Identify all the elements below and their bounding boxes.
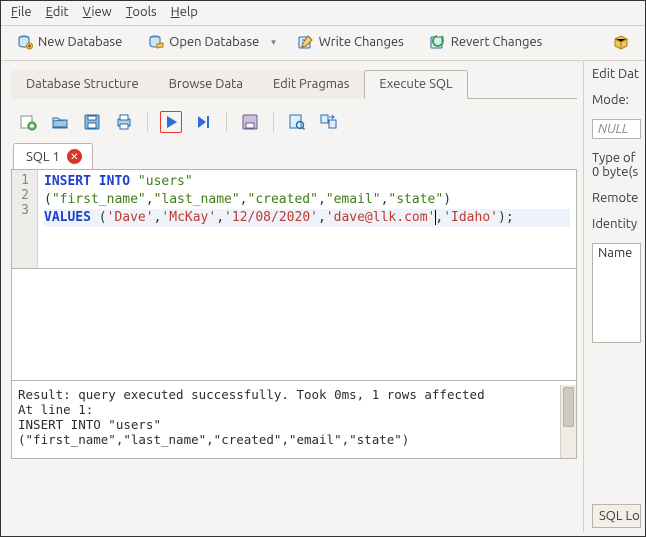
results-grid-empty — [11, 269, 577, 381]
execute-current-line-button[interactable] — [192, 111, 214, 133]
save-icon — [83, 113, 101, 131]
new-database-button[interactable]: New Database — [13, 32, 126, 52]
code-punct: ); — [498, 210, 514, 225]
identity-list[interactable]: Name — [592, 243, 641, 343]
mode-label: Mode: — [592, 93, 641, 107]
new-sql-tab-button[interactable] — [17, 111, 39, 133]
size-line: 0 byte(s — [592, 165, 641, 179]
editor-gutter: 1 2 3 — [12, 170, 38, 268]
find-replace-button[interactable] — [318, 111, 340, 133]
sql-tab-1[interactable]: SQL 1 ✕ — [13, 143, 93, 169]
lineno: 3 — [18, 203, 29, 218]
save-sql-button[interactable] — [81, 111, 103, 133]
revert-changes-button[interactable]: Revert Changes — [426, 32, 547, 52]
print-sql-button[interactable] — [113, 111, 135, 133]
close-tab-icon[interactable]: ✕ — [67, 149, 82, 164]
tab-browse-data[interactable]: Browse Data — [154, 70, 258, 99]
code-keyword: INSERT INTO — [44, 174, 138, 189]
tab-database-structure[interactable]: Database Structure — [11, 70, 154, 99]
toolbar-separator — [226, 112, 227, 132]
open-database-dropdown-icon[interactable]: ▾ — [271, 37, 276, 48]
result-scrollbar[interactable] — [560, 385, 576, 458]
play-to-end-icon — [195, 114, 211, 130]
find-button[interactable] — [286, 111, 308, 133]
mode-value-box[interactable]: NULL — [592, 119, 641, 139]
code-identifier: "first_name" — [52, 192, 146, 207]
menu-file[interactable]: File — [11, 5, 32, 19]
sql-editor[interactable]: 1 2 3 INSERT INTO "users" ("first_name",… — [11, 169, 577, 269]
find-icon — [288, 113, 306, 131]
code-punct: ( — [44, 192, 52, 207]
lineno: 1 — [18, 173, 29, 188]
write-changes-icon — [298, 34, 314, 50]
toolbar-top: New Database Open Database ▾ Write Chang… — [1, 26, 645, 61]
code-identifier: "users" — [138, 174, 193, 189]
tab-execute-sql[interactable]: Execute SQL — [364, 70, 467, 99]
new-database-label: New Database — [38, 35, 122, 49]
side-panel: Edit Dat Mode: NULL Type of 0 byte(s Rem… — [583, 61, 645, 532]
open-database-icon — [148, 34, 164, 50]
menu-view[interactable]: View — [83, 5, 112, 19]
main-tabs: Database Structure Browse Data Edit Prag… — [11, 69, 577, 99]
write-changes-label: Write Changes — [319, 35, 404, 49]
play-icon — [163, 114, 179, 130]
menu-edit[interactable]: Edit — [46, 5, 69, 19]
identity-label: Identity — [592, 217, 641, 231]
code-punct: ) — [443, 192, 451, 207]
lineno: 2 — [18, 188, 29, 203]
code-string: '12/08/2020' — [224, 210, 318, 225]
open-database-button[interactable]: Open Database — [144, 32, 263, 52]
code-identifier: "email" — [326, 192, 381, 207]
edit-cell-header: Edit Dat — [592, 67, 641, 81]
truncated-toolbar-button[interactable] — [609, 32, 633, 52]
code-string: 'Idaho' — [443, 210, 498, 225]
code-keyword: VALUES — [44, 210, 99, 225]
code-identifier: "created" — [248, 192, 318, 207]
code-string: 'Dave' — [107, 210, 154, 225]
sql-toolbar — [11, 103, 577, 143]
code-string: 'McKay' — [161, 210, 216, 225]
toolbar-separator — [147, 112, 148, 132]
type-line: Type of — [592, 151, 641, 165]
open-database-label: Open Database — [169, 35, 259, 49]
save-results-button[interactable] — [239, 111, 261, 133]
menubar: File Edit View Tools Help — [1, 1, 645, 26]
open-file-icon — [51, 113, 69, 131]
toolbar-separator — [273, 112, 274, 132]
editor-content[interactable]: INSERT INTO "users" ("first_name","last_… — [38, 170, 576, 268]
replace-icon — [320, 113, 338, 131]
new-tab-icon — [19, 113, 37, 131]
new-database-icon — [17, 34, 33, 50]
remote-header: Remote — [592, 191, 641, 205]
package-icon — [613, 34, 629, 50]
scrollbar-thumb[interactable] — [563, 387, 574, 427]
code-identifier: "state" — [388, 192, 443, 207]
menu-tools[interactable]: Tools — [126, 5, 157, 19]
tab-edit-pragmas[interactable]: Edit Pragmas — [258, 70, 364, 99]
print-icon — [115, 113, 133, 131]
revert-changes-label: Revert Changes — [451, 35, 543, 49]
identity-col-name: Name — [598, 246, 635, 260]
revert-changes-icon — [430, 34, 446, 50]
code-punct: ( — [99, 210, 107, 225]
open-sql-file-button[interactable] — [49, 111, 71, 133]
save-results-icon — [241, 113, 259, 131]
menu-help[interactable]: Help — [171, 5, 198, 19]
sql-tab-label: SQL 1 — [26, 150, 60, 164]
execute-sql-button[interactable] — [160, 111, 182, 133]
sql-tab-bar: SQL 1 ✕ — [11, 143, 577, 169]
write-changes-button[interactable]: Write Changes — [294, 32, 408, 52]
code-string: 'dave@llk.com' — [326, 210, 436, 225]
sql-log-button[interactable]: SQL Lo — [592, 504, 641, 528]
result-log: Result: query executed successfully. Too… — [11, 381, 577, 459]
main-panel: Database Structure Browse Data Edit Prag… — [1, 61, 583, 532]
code-identifier: "last_name" — [154, 192, 240, 207]
result-text[interactable]: Result: query executed successfully. Too… — [12, 385, 560, 458]
